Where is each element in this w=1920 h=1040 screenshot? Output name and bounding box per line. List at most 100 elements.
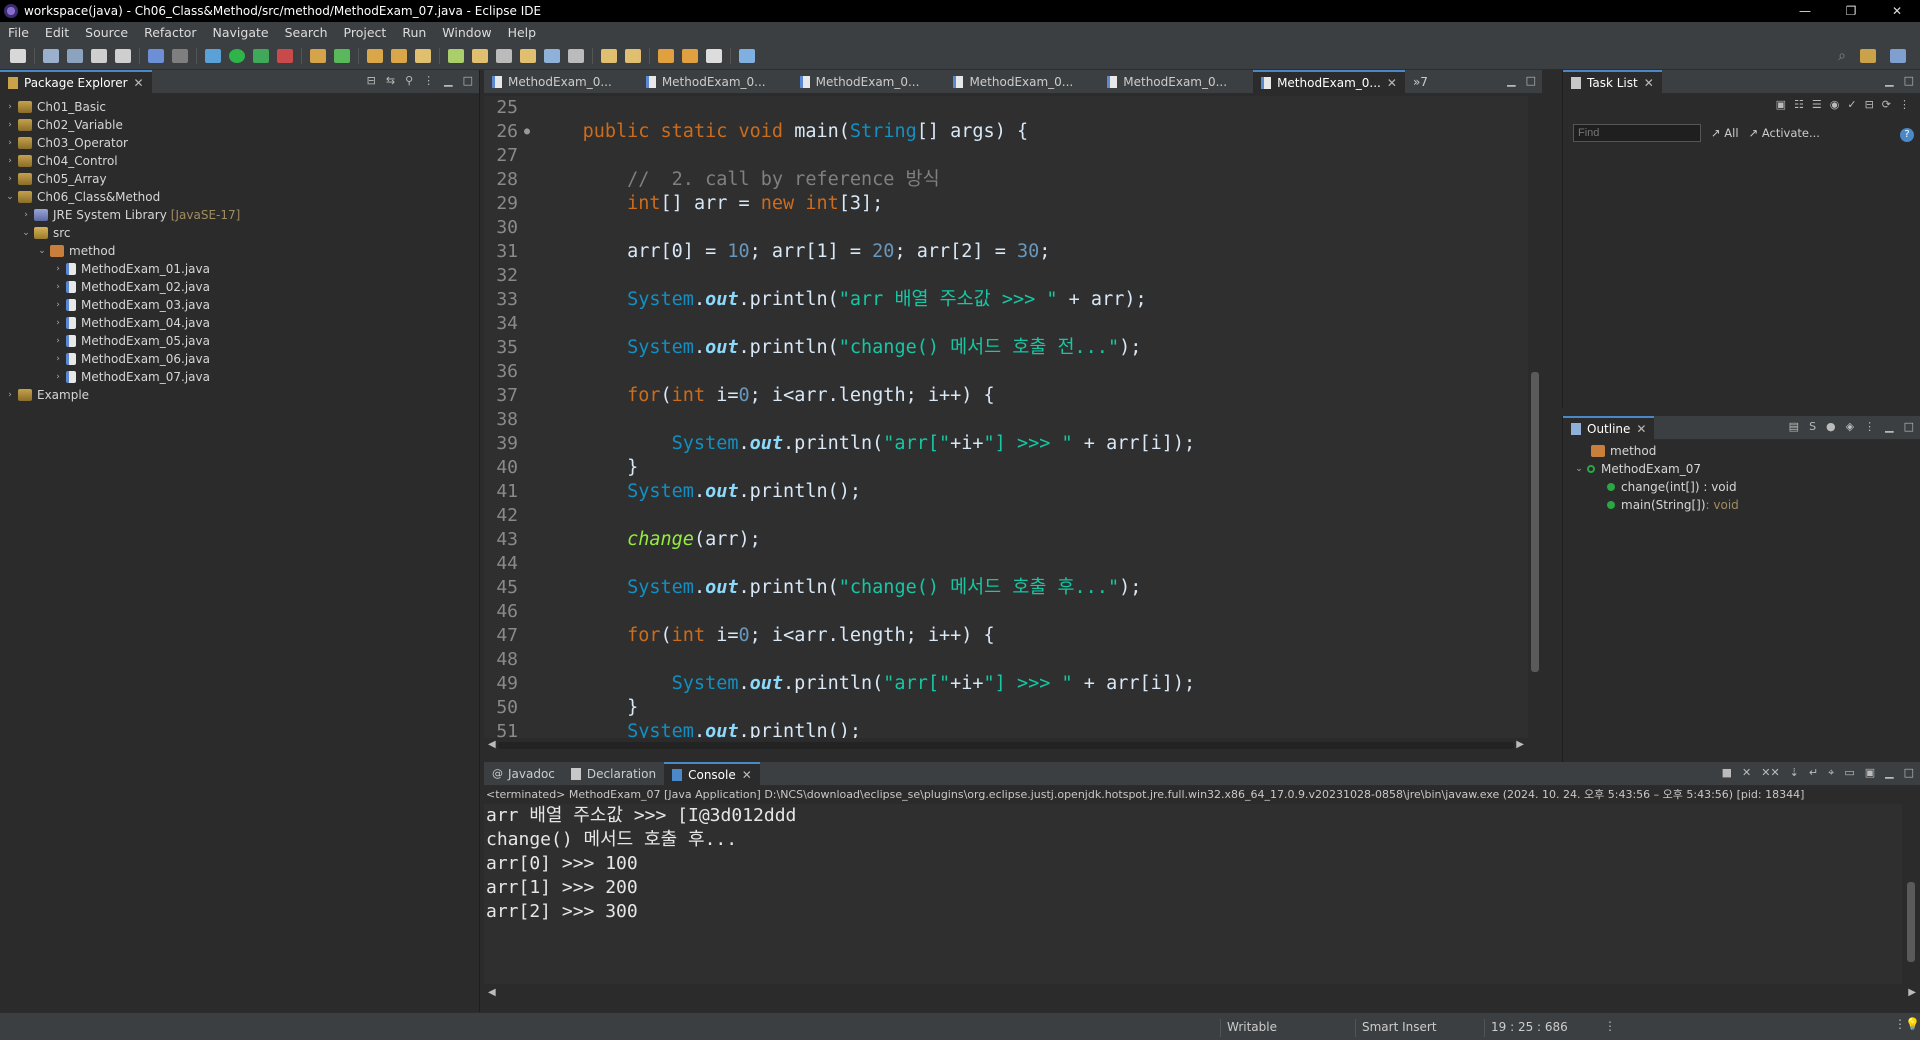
menu-source[interactable]: Source bbox=[77, 25, 136, 40]
pin-console-icon[interactable]: ⌖ bbox=[1828, 766, 1834, 780]
tab-package-explorer[interactable]: Package Explorer ✕ bbox=[0, 69, 152, 94]
coverage-icon[interactable] bbox=[253, 48, 269, 63]
scheduled-icon[interactable]: ☰ bbox=[1812, 98, 1822, 111]
task-find-input[interactable] bbox=[1573, 124, 1701, 142]
save-all-icon[interactable] bbox=[67, 48, 83, 63]
remove-all-icon[interactable]: ✕✕ bbox=[1761, 766, 1779, 780]
pin-editor-icon[interactable] bbox=[739, 48, 755, 63]
minimize-icon[interactable]: ▁ bbox=[444, 74, 452, 87]
help-icon[interactable]: ? bbox=[1900, 128, 1914, 142]
toggle-mark-occurrences-icon[interactable] bbox=[448, 48, 464, 63]
status-cursor-position[interactable]: 19 : 25 : 686 bbox=[1484, 1019, 1568, 1037]
hide-nonpublic-icon[interactable]: ● bbox=[1826, 420, 1836, 433]
close-button[interactable]: ✕ bbox=[1874, 0, 1920, 22]
editor-tab[interactable]: MethodExam_0... bbox=[792, 70, 928, 94]
block-selection-icon[interactable] bbox=[520, 48, 536, 63]
tip-lightbulb-icon[interactable]: 💡 bbox=[1905, 1017, 1920, 1031]
tree-item-java-file[interactable]: › MethodExam_02.java bbox=[0, 278, 479, 296]
open-console-icon[interactable]: ▣ bbox=[1865, 766, 1875, 780]
redo-icon[interactable] bbox=[115, 48, 131, 63]
terminate-icon[interactable]: ■ bbox=[1722, 766, 1732, 780]
editor-tab[interactable]: MethodExam_0... bbox=[638, 70, 774, 94]
terminal-icon[interactable] bbox=[148, 48, 164, 63]
expand-arrow-icon[interactable]: › bbox=[52, 336, 64, 346]
external-tools-icon[interactable] bbox=[277, 48, 293, 63]
minimize-icon[interactable]: ▁ bbox=[1885, 766, 1893, 780]
scroll-right-icon[interactable]: ▶ bbox=[1516, 739, 1524, 750]
menu-run[interactable]: Run bbox=[394, 25, 434, 40]
search-tool-icon[interactable] bbox=[415, 48, 431, 63]
maximize-icon[interactable]: □ bbox=[1526, 74, 1536, 87]
console-vertical-scrollbar[interactable] bbox=[1902, 804, 1920, 984]
menu-help[interactable]: Help bbox=[500, 25, 545, 40]
scroll-left-icon[interactable]: ◀ bbox=[488, 987, 496, 998]
maximize-icon[interactable]: □ bbox=[463, 74, 473, 87]
tree-item-java-file[interactable]: › MethodExam_05.java bbox=[0, 332, 479, 350]
forward-icon[interactable] bbox=[706, 48, 722, 63]
close-icon[interactable]: ✕ bbox=[742, 768, 752, 782]
open-type-icon[interactable] bbox=[367, 48, 383, 63]
tree-item-ch05-array[interactable]: › Ch05_Array bbox=[0, 170, 479, 188]
expand-arrow-icon[interactable]: › bbox=[52, 282, 64, 292]
show-whitespace-icon[interactable] bbox=[544, 48, 560, 63]
categorized-icon[interactable]: ☷ bbox=[1794, 98, 1804, 111]
close-icon[interactable]: ✕ bbox=[1636, 422, 1646, 436]
scroll-lock-icon[interactable]: ⇣ bbox=[1790, 766, 1799, 780]
edit-icon[interactable] bbox=[472, 48, 488, 63]
editor-vertical-scrollbar[interactable] bbox=[1528, 96, 1542, 738]
scroll-thumb[interactable] bbox=[1531, 372, 1539, 672]
minimize-button[interactable]: — bbox=[1782, 0, 1828, 22]
expand-arrow-icon[interactable]: › bbox=[52, 372, 64, 382]
close-icon[interactable]: ✕ bbox=[1387, 76, 1397, 90]
maximize-icon[interactable]: □ bbox=[1904, 766, 1914, 780]
minimize-icon[interactable]: ▁ bbox=[1885, 74, 1893, 87]
tab-javadoc[interactable]: @ Javadoc bbox=[484, 762, 563, 786]
outline-item-package[interactable]: method bbox=[1563, 442, 1739, 460]
tree-item-java-file[interactable]: › MethodExam_04.java bbox=[0, 314, 479, 332]
tree-item-method-package[interactable]: ⌄ method bbox=[0, 242, 479, 260]
expand-arrow-icon[interactable]: › bbox=[4, 102, 16, 112]
open-task-icon[interactable] bbox=[391, 48, 407, 63]
tree-item-ch03-operator[interactable]: › Ch03_Operator bbox=[0, 134, 479, 152]
tree-item-java-file[interactable]: › MethodExam_03.java bbox=[0, 296, 479, 314]
console-output[interactable]: arr 배열 주소값 >>> [I@3d012ddd change() 메서드 … bbox=[484, 804, 1902, 984]
last-edit-icon[interactable] bbox=[658, 48, 674, 63]
expand-arrow-icon[interactable]: › bbox=[20, 210, 32, 220]
maximize-icon[interactable]: □ bbox=[1904, 74, 1914, 87]
tab-task-list[interactable]: Task List ✕ bbox=[1563, 69, 1662, 94]
java-perspective-icon[interactable] bbox=[1890, 49, 1906, 63]
paragraph-icon[interactable] bbox=[568, 48, 584, 63]
link-with-editor-icon[interactable]: ⇆ bbox=[386, 74, 395, 87]
open-perspective-icon[interactable] bbox=[1860, 49, 1876, 63]
minimize-icon[interactable]: ▁ bbox=[1885, 420, 1893, 433]
editor-horizontal-scrollbar[interactable]: ◀ ▶ bbox=[484, 738, 1528, 752]
previous-annotation-icon[interactable] bbox=[625, 48, 641, 63]
close-icon[interactable]: ✕ bbox=[1644, 76, 1654, 90]
remove-launch-icon[interactable]: ✕ bbox=[1742, 766, 1751, 780]
undo-icon[interactable] bbox=[91, 48, 107, 63]
skip-breakpoints-icon[interactable] bbox=[172, 48, 188, 63]
menu-project[interactable]: Project bbox=[336, 25, 395, 40]
hide-fields-icon[interactable]: ▤ bbox=[1789, 420, 1799, 433]
scroll-thumb[interactable] bbox=[1907, 882, 1915, 962]
tab-overflow-button[interactable]: »7 bbox=[1405, 70, 1436, 94]
activate-link[interactable]: ↗ Activate... bbox=[1749, 126, 1820, 140]
outline-item-class[interactable]: ⌄ MethodExam_07 bbox=[1563, 460, 1739, 478]
tree-item-java-file[interactable]: › MethodExam_01.java bbox=[0, 260, 479, 278]
tree-item-ch01-basic[interactable]: › Ch01_Basic bbox=[0, 98, 479, 116]
tab-console[interactable]: Console ✕ bbox=[664, 761, 760, 786]
next-annotation-icon[interactable] bbox=[601, 48, 617, 63]
search-icon[interactable]: ⌕ bbox=[1838, 48, 1846, 64]
view-menu-icon[interactable]: ⋮ bbox=[1864, 420, 1875, 433]
editor-tab[interactable]: MethodExam_0... bbox=[945, 70, 1081, 94]
collapse-all-icon[interactable]: ⊟ bbox=[1865, 98, 1874, 111]
tree-item-ch04-control[interactable]: › Ch04_Control bbox=[0, 152, 479, 170]
expand-arrow-icon[interactable]: › bbox=[52, 354, 64, 364]
maximize-icon[interactable]: □ bbox=[1904, 420, 1914, 433]
tab-outline[interactable]: Outline ✕ bbox=[1563, 415, 1655, 440]
menu-navigate[interactable]: Navigate bbox=[205, 25, 277, 40]
expand-arrow-icon[interactable]: › bbox=[4, 120, 16, 130]
tree-item-example[interactable]: › Example bbox=[0, 386, 479, 404]
new-icon[interactable] bbox=[10, 48, 26, 63]
word-wrap-icon[interactable]: ↵ bbox=[1809, 766, 1818, 780]
